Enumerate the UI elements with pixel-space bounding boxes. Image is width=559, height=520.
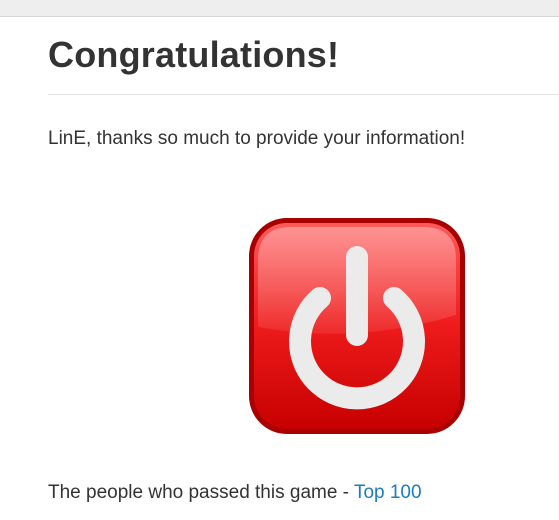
page-title: Congratulations! — [48, 34, 340, 75]
footer-text: The people who passed this game - — [48, 482, 354, 503]
power-icon — [246, 215, 468, 437]
thank-you-message: LinE, thanks so much to provide your inf… — [48, 128, 466, 149]
top-100-link[interactable]: Top 100 — [354, 482, 422, 503]
footer-line: The people who passed this game - Top 10… — [48, 480, 422, 506]
title-divider — [48, 94, 559, 95]
top-bar — [0, 0, 559, 17]
content-container: Congratulations! LinE, thanks so much to… — [48, 17, 559, 503]
power-icon-graphic — [249, 218, 465, 434]
